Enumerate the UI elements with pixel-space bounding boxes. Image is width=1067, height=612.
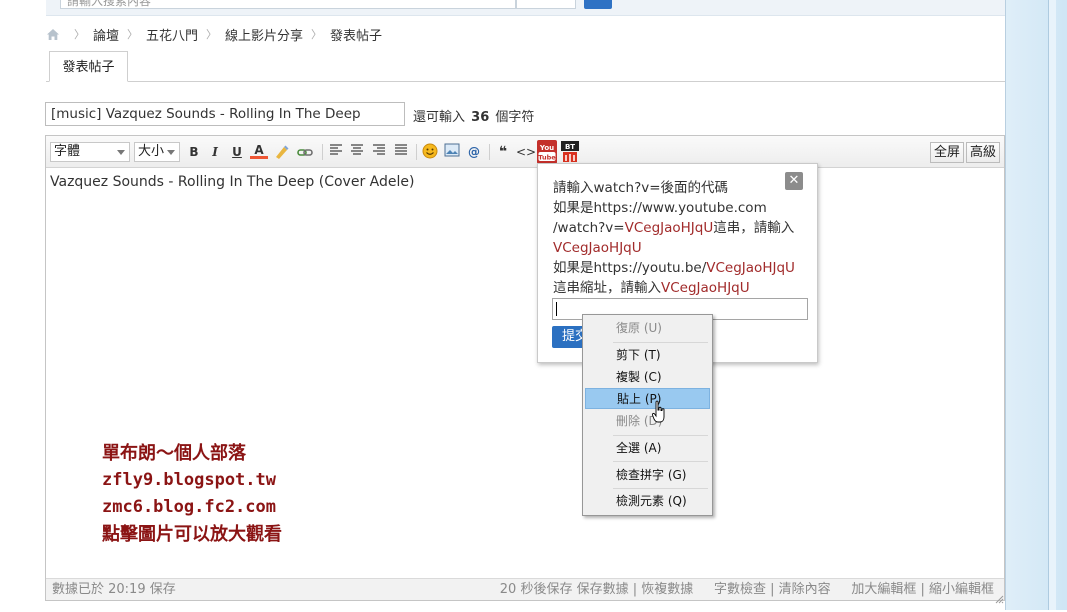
- dialog-instructions: 請輸入watch?v=後面的代碼 如果是https://www.youtube.…: [553, 180, 795, 296]
- align-right-icon[interactable]: [370, 143, 388, 161]
- watermark-hint: 點擊圖片可以放大觀看: [102, 524, 282, 545]
- italic-button[interactable]: I: [206, 143, 224, 161]
- search-type-select[interactable]: [516, 0, 576, 9]
- tab-new-post[interactable]: 發表帖子: [49, 51, 128, 82]
- align-justify-icon[interactable]: [392, 143, 410, 161]
- underline-button[interactable]: U: [228, 143, 246, 161]
- top-search-strip: 請輸入搜索內容: [46, 0, 1005, 16]
- menu-separator: [613, 461, 708, 462]
- saved-status: 數據已於 20:19 保存: [52, 582, 176, 597]
- menu-item-delete[interactable]: 刪除 (D): [585, 411, 710, 432]
- enlarge-editor-link[interactable]: 加大編輯框: [851, 582, 916, 597]
- scrollbar-track[interactable]: [1048, 0, 1056, 610]
- tab-bar: 發表帖子: [46, 51, 1005, 82]
- menu-separator: [613, 342, 708, 343]
- hand-pointer-icon: [651, 400, 666, 424]
- font-select[interactable]: 字體: [50, 142, 130, 162]
- breadcrumb: 〉 論壇 〉 五花八門 〉 線上影片分享 〉 發表帖子: [46, 25, 383, 44]
- remaining-count: 36: [471, 110, 490, 125]
- breadcrumb-category[interactable]: 五花八門: [146, 25, 198, 44]
- font-color-button[interactable]: A: [250, 143, 268, 159]
- quote-icon[interactable]: ❝: [494, 143, 512, 161]
- remaining-chars: 還可輸入 36 個字符: [413, 110, 535, 125]
- breadcrumb-forum[interactable]: 論壇: [93, 25, 119, 44]
- svg-text:BT: BT: [565, 143, 575, 151]
- size-select[interactable]: 大小: [134, 142, 180, 162]
- toolbar-divider: [322, 144, 323, 160]
- clear-content-link[interactable]: 清除內容: [779, 582, 831, 597]
- menu-separator: [613, 435, 708, 436]
- breadcrumb-separator: 〉: [74, 28, 85, 41]
- search-button[interactable]: [584, 0, 612, 9]
- wordcount-link[interactable]: 字數檢查: [714, 582, 766, 597]
- menu-item-copy[interactable]: 複製 (C): [585, 367, 710, 388]
- watermark-url-2: zmc6.blog.fc2.com: [102, 497, 276, 517]
- menu-item-paste[interactable]: 貼上 (P): [585, 388, 710, 409]
- status-actions: 20 秒後保存 保存數據 | 恢複數據 字數檢查 | 清除內容 加大編輯框 | …: [499, 582, 994, 597]
- breadcrumb-separator: 〉: [206, 28, 218, 41]
- image-icon[interactable]: [443, 143, 461, 161]
- close-icon[interactable]: ✕: [785, 172, 803, 190]
- breadcrumb-separator: 〉: [311, 28, 323, 41]
- search-input[interactable]: 請輸入搜索內容: [60, 0, 516, 9]
- resize-grip-icon[interactable]: [994, 590, 1004, 604]
- chevron-down-icon: [117, 150, 125, 155]
- emoticon-icon[interactable]: [421, 143, 439, 161]
- toolbar-divider: [416, 144, 417, 160]
- align-left-icon[interactable]: [327, 143, 345, 161]
- autosave-timer: 20 秒後保存: [499, 582, 573, 597]
- home-icon[interactable]: [46, 28, 60, 41]
- menu-item-spellcheck[interactable]: 檢查拼字 (G): [585, 465, 710, 486]
- advanced-button[interactable]: 高級: [966, 142, 1001, 163]
- bt-icon[interactable]: BT: [560, 140, 580, 164]
- watermark-title: 單布朗～個人部落: [102, 443, 246, 464]
- youtube-icon[interactable]: You Tube: [537, 140, 557, 164]
- context-menu: 復原 (U) 剪下 (T) 複製 (C) 貼上 (P) 刪除 (D) 全選 (A…: [582, 314, 713, 516]
- editor-content[interactable]: Vazquez Sounds - Rolling In The Deep (Co…: [50, 174, 414, 190]
- restore-data-link[interactable]: 恢複數據: [641, 582, 693, 597]
- toolbar-divider: [489, 144, 490, 160]
- subject-input[interactable]: [45, 102, 405, 126]
- breadcrumb-current: 發表帖子: [330, 28, 383, 44]
- mention-icon[interactable]: @: [465, 143, 483, 161]
- blog-watermark: 單布朗～個人部落 zfly9.blogspot.tw zmc6.blog.fc2…: [102, 440, 282, 548]
- editor-toolbar: 字體 大小 B I U A @ ❝ <> You Tube BT 全屏 高級: [46, 136, 1004, 168]
- align-center-icon[interactable]: [348, 143, 366, 161]
- menu-separator: [613, 488, 708, 489]
- svg-text:Tube: Tube: [538, 154, 556, 162]
- fullscreen-button[interactable]: 全屏: [930, 142, 965, 163]
- link-icon[interactable]: [296, 143, 314, 161]
- menu-item-undo[interactable]: 復原 (U): [585, 318, 710, 339]
- breadcrumb-board[interactable]: 線上影片分享: [225, 25, 303, 44]
- text-caret: [556, 302, 557, 316]
- window-side-frame: [1005, 0, 1067, 610]
- highlight-icon[interactable]: [273, 143, 291, 161]
- shrink-editor-link[interactable]: 縮小編輯框: [929, 582, 994, 597]
- bold-button[interactable]: B: [185, 143, 203, 161]
- code-icon[interactable]: <>: [516, 143, 536, 161]
- menu-item-cut[interactable]: 剪下 (T): [585, 345, 710, 366]
- chevron-down-icon: [167, 150, 175, 155]
- menu-item-select-all[interactable]: 全選 (A): [585, 438, 710, 459]
- editor-status-bar: 數據已於 20:19 保存 20 秒後保存 保存數據 | 恢複數據 字數檢查 |…: [46, 578, 1004, 604]
- save-data-link[interactable]: 保存數據: [577, 582, 629, 597]
- svg-text:You: You: [539, 144, 554, 152]
- breadcrumb-separator: 〉: [127, 28, 139, 41]
- menu-item-inspect[interactable]: 檢測元素 (Q): [585, 491, 710, 512]
- watermark-url-1: zfly9.blogspot.tw: [102, 470, 276, 490]
